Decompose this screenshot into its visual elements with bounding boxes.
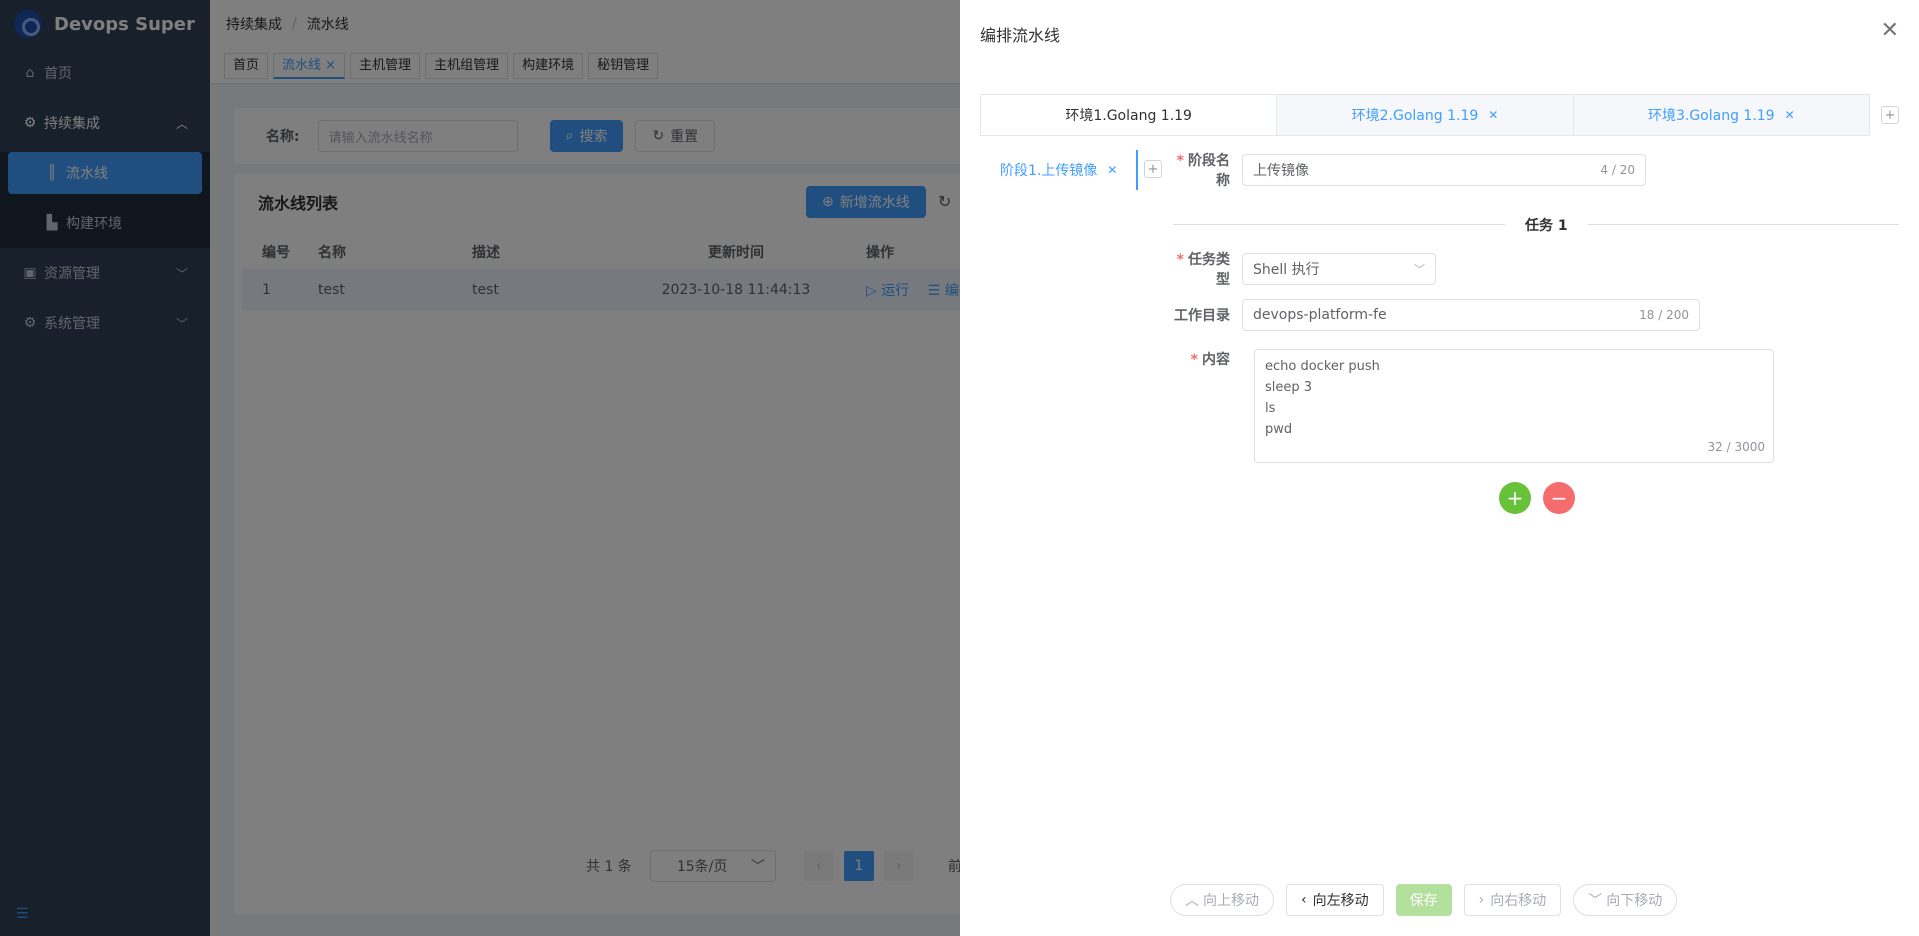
move-up-button[interactable]: ︿ 向上移动 bbox=[1170, 884, 1274, 916]
chevron-up-icon: ︿ bbox=[1185, 893, 1199, 909]
close-icon[interactable]: ✕ bbox=[1107, 163, 1117, 177]
tab-stage-1[interactable]: 阶段1.上传镜像 ✕ bbox=[980, 150, 1138, 190]
content-row: * 内容 bbox=[1164, 349, 1242, 369]
add-env-button[interactable]: + bbox=[1881, 106, 1899, 124]
close-icon[interactable]: ✕ bbox=[1785, 108, 1795, 122]
stage-name-row: * 阶段名称 上传镜像 4 / 20 bbox=[1164, 150, 1646, 190]
move-down-button[interactable]: ﹀ 向下移动 bbox=[1573, 884, 1678, 916]
task-divider-label: 任务 1 bbox=[1505, 215, 1588, 235]
tab-label: 环境1.Golang 1.19 bbox=[1065, 108, 1192, 124]
chevron-right-icon: › bbox=[1478, 892, 1485, 908]
add-stage-button[interactable]: + bbox=[1144, 160, 1162, 178]
save-button[interactable]: 保存 bbox=[1395, 884, 1452, 916]
task-type-row: * 任务类型 Shell 执行 ﹀ bbox=[1164, 249, 1436, 289]
tab-label: 环境2.Golang 1.19 bbox=[1351, 108, 1479, 124]
workdir-label: 工作目录 bbox=[1174, 308, 1230, 324]
workdir-value: devops-platform-fe bbox=[1253, 307, 1387, 323]
remove-task-button[interactable]: − bbox=[1543, 482, 1575, 514]
content-line: ls bbox=[1265, 401, 1276, 416]
close-icon[interactable]: ✕ bbox=[1488, 108, 1498, 122]
stage-name-input[interactable]: 上传镜像 4 / 20 bbox=[1242, 154, 1646, 186]
tab-label: 阶段1.上传镜像 bbox=[1000, 163, 1098, 179]
workdir-row: 工作目录 devops-platform-fe 18 / 200 bbox=[1164, 299, 1700, 331]
char-counter: 4 / 20 bbox=[1600, 163, 1635, 177]
tab-env-3[interactable]: 环境3.Golang 1.19 ✕ bbox=[1572, 95, 1869, 135]
add-task-button[interactable]: + bbox=[1499, 482, 1531, 514]
drawer-title: 编排流水线 bbox=[980, 26, 1061, 45]
content-textarea[interactable]: echo docker push sleep 3 ls pwd 32 / 300… bbox=[1254, 349, 1774, 463]
chevron-left-icon: ‹ bbox=[1301, 892, 1307, 908]
env-tabs: 环境1.Golang 1.19 环境2.Golang 1.19 ✕ 环境3.Go… bbox=[980, 94, 1870, 136]
arrange-pipeline-drawer: 编排流水线 ✕ 环境1.Golang 1.19 环境2.Golang 1.19 … bbox=[960, 0, 1919, 936]
stage-name-label: * 阶段名称 bbox=[1176, 153, 1230, 189]
content-line: pwd bbox=[1265, 422, 1293, 437]
content-line: sleep 3 bbox=[1265, 380, 1313, 395]
stage-name-value: 上传镜像 bbox=[1253, 163, 1309, 179]
modal-overlay[interactable] bbox=[0, 0, 960, 936]
workdir-input[interactable]: devops-platform-fe 18 / 200 bbox=[1242, 299, 1700, 331]
move-down-label: 向下移动 bbox=[1606, 893, 1663, 909]
tab-env-1[interactable]: 环境1.Golang 1.19 bbox=[981, 95, 1277, 135]
task-type-select[interactable]: Shell 执行 ﹀ bbox=[1242, 253, 1436, 285]
char-counter: 32 / 3000 bbox=[1707, 440, 1765, 454]
drawer-footer: ︿ 向上移动 ‹ 向左移动 保存 › 向右移动 ﹀ 向下移动 bbox=[1170, 884, 1689, 916]
tab-label: 环境3.Golang 1.19 bbox=[1647, 108, 1775, 124]
content-label: * 内容 bbox=[1190, 352, 1230, 368]
move-left-button[interactable]: ‹ 向左移动 bbox=[1286, 884, 1384, 916]
move-up-label: 向上移动 bbox=[1203, 893, 1259, 909]
task-type-value: Shell 执行 bbox=[1253, 262, 1320, 278]
move-left-label: 向左移动 bbox=[1312, 893, 1369, 909]
char-counter: 18 / 200 bbox=[1639, 308, 1689, 322]
close-icon[interactable]: ✕ bbox=[1881, 18, 1899, 43]
move-right-label: 向右移动 bbox=[1490, 893, 1547, 909]
task-type-label: * 任务类型 bbox=[1176, 252, 1230, 288]
chevron-down-icon: ﹀ bbox=[1588, 893, 1603, 909]
move-right-button[interactable]: › 向右移动 bbox=[1463, 884, 1562, 916]
tab-env-2[interactable]: 环境2.Golang 1.19 ✕ bbox=[1276, 95, 1572, 135]
chevron-down-icon: ﹀ bbox=[1414, 263, 1425, 276]
content-line: echo docker push bbox=[1265, 359, 1380, 374]
